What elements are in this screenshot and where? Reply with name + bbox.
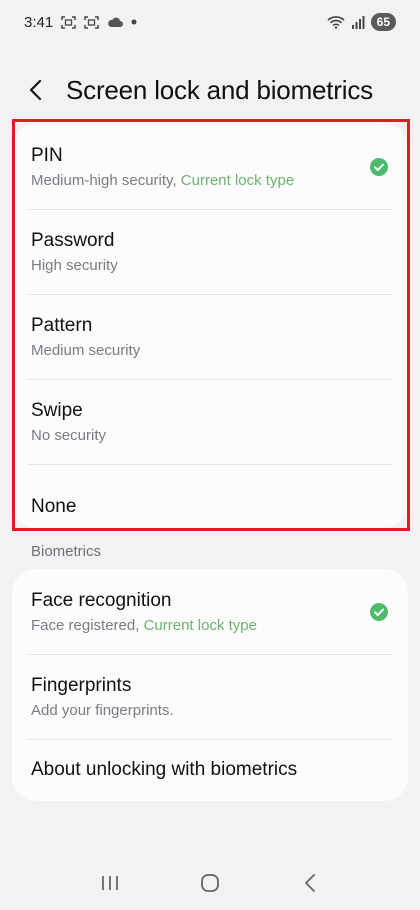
lock-option-none[interactable]: None xyxy=(12,464,408,549)
back-icon xyxy=(305,874,315,892)
lock-option-title: None xyxy=(31,495,77,517)
chevron-left-icon xyxy=(29,79,42,101)
biometric-subtitle: Add your fingerprints. xyxy=(31,701,174,719)
header: Screen lock and biometrics xyxy=(0,70,420,110)
status-bar: 3:41 65 xyxy=(0,0,420,44)
page-title: Screen lock and biometrics xyxy=(66,74,373,105)
biometric-title: About unlocking with biometrics xyxy=(31,759,298,780)
lock-option-title: Password xyxy=(31,229,115,251)
lock-option-subtitle: Medium-high security, Current lock type xyxy=(31,171,295,189)
lock-option-title: Swipe xyxy=(31,399,83,421)
lock-option-subtitle: No security xyxy=(31,426,107,444)
recents-icon xyxy=(102,876,118,890)
lock-option-title: Pattern xyxy=(31,314,93,336)
lock-option-pattern[interactable]: Pattern Medium security xyxy=(12,294,408,379)
home-button[interactable] xyxy=(190,863,230,903)
section-label-biometrics: Biometrics xyxy=(31,543,102,560)
biometrics-list: Face recognition Face registered, Curren… xyxy=(12,569,408,801)
status-time: 3:41 xyxy=(24,13,54,31)
biometric-title: Fingerprints xyxy=(31,674,132,696)
lock-option-subtitle: Medium security xyxy=(31,341,141,359)
recents-button[interactable] xyxy=(90,863,130,903)
lock-type-list: PIN Medium-high security, Current lock t… xyxy=(12,124,408,528)
current-lock-type-label: Current lock type xyxy=(143,616,257,634)
navigation-bar xyxy=(0,860,420,906)
screenshot-icon xyxy=(84,15,99,29)
biometric-subtitle: Face registered, Current lock type xyxy=(31,616,257,634)
home-icon xyxy=(201,874,219,892)
lock-option-subtitle: High security xyxy=(31,256,118,274)
dot-icon xyxy=(131,19,137,25)
lock-option-password[interactable]: Password High security xyxy=(12,209,408,294)
biometric-face-recognition[interactable]: Face recognition Face registered, Curren… xyxy=(12,569,408,654)
biometric-fingerprints[interactable]: Fingerprints Add your fingerprints. xyxy=(12,654,408,739)
wifi-icon xyxy=(327,15,345,29)
cloud-icon xyxy=(107,17,124,28)
back-button[interactable] xyxy=(28,72,54,108)
lock-option-title: PIN xyxy=(31,144,63,166)
back-nav-button[interactable] xyxy=(290,863,330,903)
current-lock-type-label: Current lock type xyxy=(180,171,295,189)
biometric-title: Face recognition xyxy=(31,589,172,611)
about-biometrics-link[interactable]: About unlocking with biometrics xyxy=(12,739,408,801)
checkmark-icon xyxy=(370,157,388,176)
checkmark-icon xyxy=(370,602,388,621)
battery-indicator: 65 xyxy=(370,13,396,31)
screenshot-icon xyxy=(61,15,76,29)
lock-option-pin[interactable]: PIN Medium-high security, Current lock t… xyxy=(12,124,408,209)
lock-option-swipe[interactable]: Swipe No security xyxy=(12,379,408,464)
signal-icon xyxy=(351,15,365,29)
